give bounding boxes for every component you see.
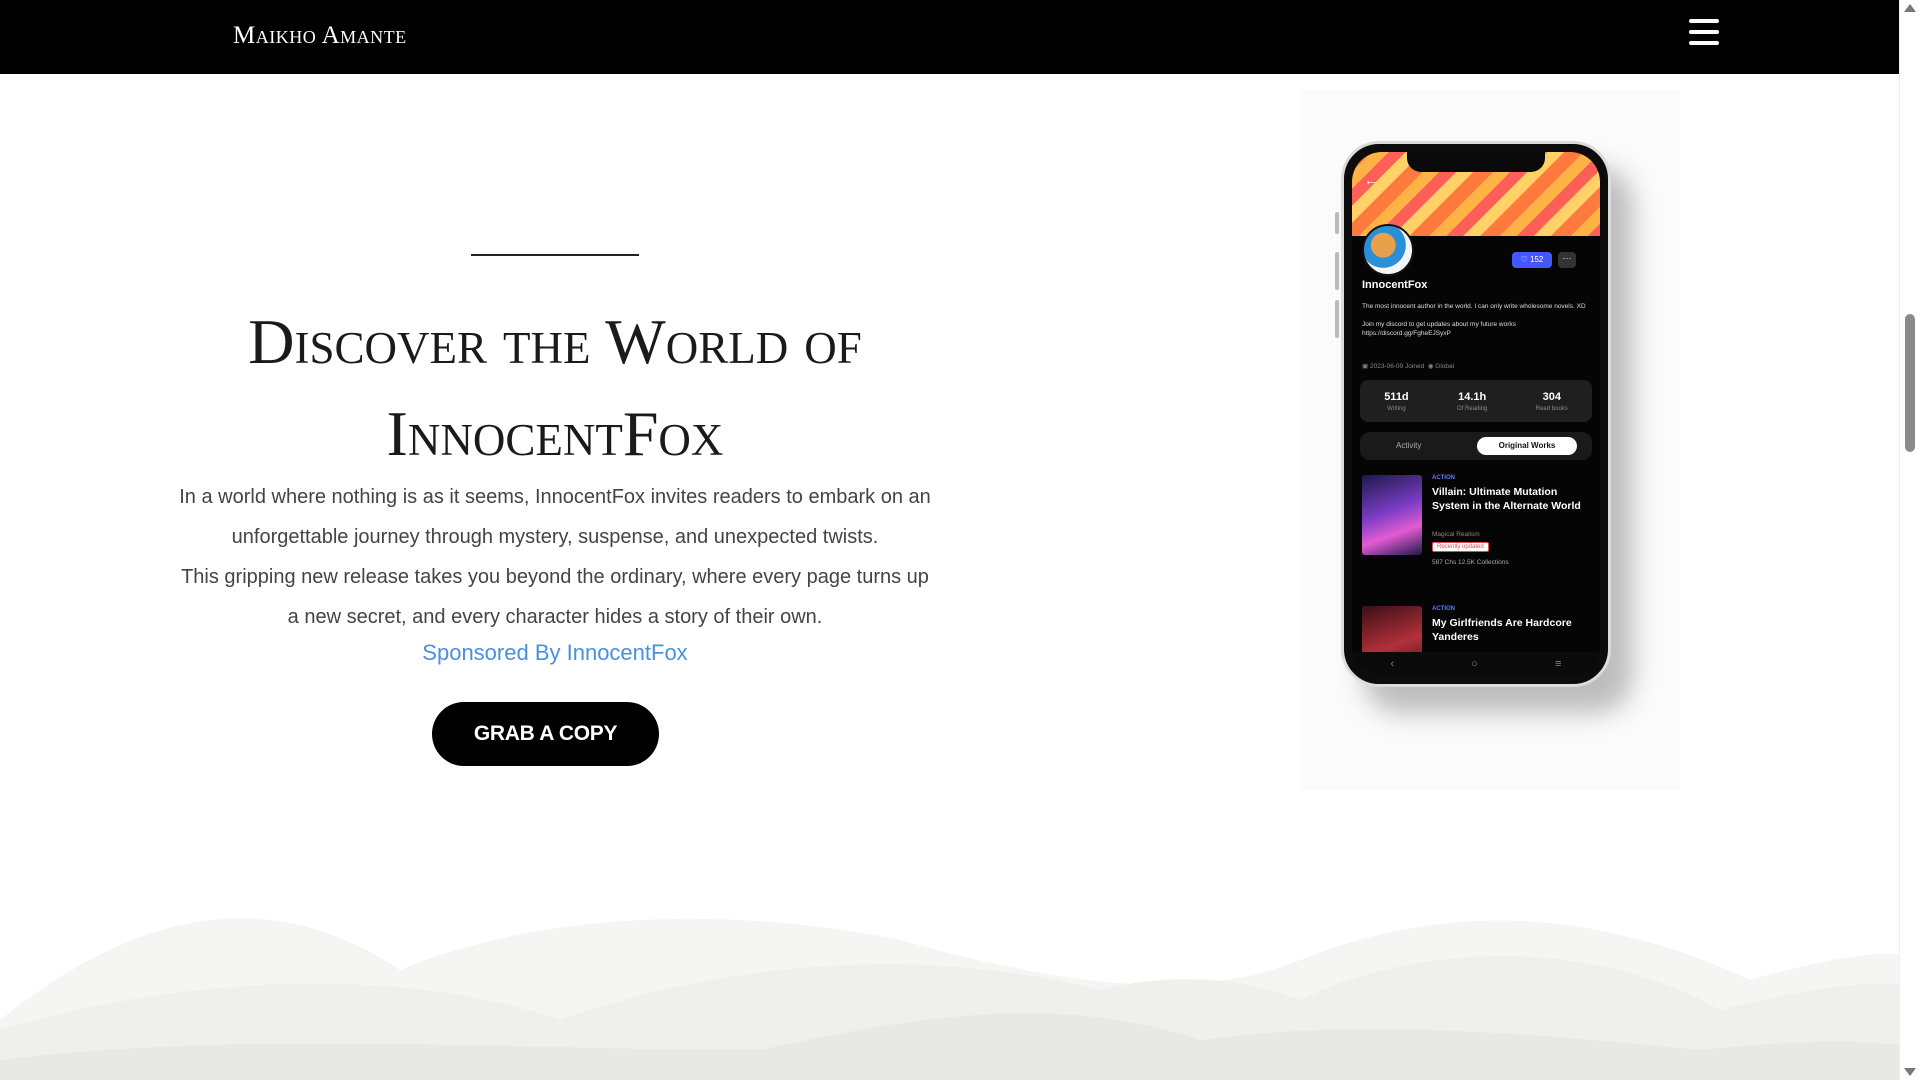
book-subgenre: Magical Realism <box>1432 531 1480 538</box>
hero-title: Discover the World of InnocentFox <box>130 296 980 480</box>
book-cover <box>1362 475 1422 555</box>
bio-text: The most innocent author in the world. I… <box>1362 303 1586 310</box>
decorative-hills <box>0 918 1900 1080</box>
phone-side-button <box>1335 300 1339 338</box>
scrollbar-thumb[interactable] <box>1905 314 1915 452</box>
tab-original-works: Original Works <box>1477 437 1577 455</box>
hero-title-line1: Discover the World of <box>248 306 862 377</box>
tab-activity: Activity <box>1396 441 1422 450</box>
phone-side-button <box>1335 212 1339 234</box>
book-item: ACTION Villain: Ultimate Mutation System… <box>1362 475 1592 575</box>
hero-title-line2: InnocentFox <box>386 398 724 469</box>
profile-avatar <box>1362 224 1414 276</box>
stat-reading: 14.1h Of Reading <box>1457 390 1488 412</box>
profile-stats: 511d Writing 14.1h Of Reading 304 Read book… <box>1360 380 1592 422</box>
phone-screen: ← ♡ 152 ··· InnocentFox The most innocen… <box>1352 152 1600 676</box>
menu-line <box>1689 30 1719 34</box>
grab-a-copy-button[interactable]: GRAB A COPY <box>432 702 659 766</box>
book-title: My Girlfriends Are Hardcore Yanderes <box>1432 617 1572 643</box>
page-scrollbar[interactable] <box>1899 0 1920 1080</box>
phone-mockup: ← ♡ 152 ··· InnocentFox The most innocen… <box>1341 141 1611 687</box>
calendar-icon: ▣ <box>1362 363 1369 370</box>
profile-tabs: Activity Original Works <box>1360 432 1592 460</box>
nav-home-icon: ○ <box>1471 658 1478 670</box>
book-stats: 587 Chs 12.5K Collections <box>1432 559 1509 566</box>
scroll-up-icon[interactable] <box>1904 4 1916 12</box>
bio-text: Join my discord to get updates about my … <box>1362 321 1516 328</box>
description-line: unforgettable journey through mystery, s… <box>231 526 879 548</box>
brand-logo[interactable]: Maikho Amante <box>233 22 407 50</box>
follow-count: 152 <box>1530 255 1544 264</box>
description-line: This gripping new release takes you beyo… <box>181 566 929 588</box>
stat-read-books: 304 Read books <box>1535 390 1568 412</box>
joined-date: 2023-06-09 Joined <box>1369 363 1425 370</box>
book-title: Villain: Ultimate Mutation System in the… <box>1432 486 1581 512</box>
menu-line <box>1689 41 1719 45</box>
menu-line <box>1689 19 1719 23</box>
book-genre: ACTION <box>1432 475 1455 481</box>
top-navigation-bar: Maikho Amante <box>0 0 1900 74</box>
location-pin-icon: ◉ <box>1427 363 1434 370</box>
profile-bio: The most innocent author in the world. I… <box>1362 302 1592 338</box>
description-line: a new secret, and every character hides … <box>287 606 823 628</box>
profile-name: InnocentFox <box>1362 279 1428 291</box>
nav-menu-icon: ≡ <box>1555 658 1562 670</box>
description-line: In a world where nothing is as it seems,… <box>179 486 931 508</box>
bio-link: https://discord.gg/FgheEJSyxP <box>1362 330 1451 337</box>
more-options-icon: ··· <box>1558 252 1576 268</box>
sponsor-link[interactable]: Sponsored By InnocentFox <box>155 640 955 666</box>
phone-side-button <box>1335 252 1339 290</box>
title-divider <box>471 254 639 256</box>
phone-nav-bar: ‹ ○ ≡ <box>1352 652 1600 676</box>
nav-back-icon: ‹ <box>1390 658 1395 670</box>
location: Global <box>1435 363 1455 370</box>
stat-writing: 511d Writing <box>1384 390 1409 412</box>
hamburger-menu-icon[interactable] <box>1689 19 1719 45</box>
back-arrow-icon: ← <box>1364 172 1378 188</box>
scroll-down-icon[interactable] <box>1904 1068 1916 1076</box>
book-genre: ACTION <box>1432 606 1455 612</box>
phone-notch <box>1407 152 1545 172</box>
follow-button: ♡ 152 <box>1512 252 1552 268</box>
profile-meta: ▣ 2023-06-09 Joined ◉ Global <box>1362 362 1454 370</box>
recently-updated-badge: Recently updated <box>1432 542 1489 552</box>
hero-description: In a world where nothing is as it seems,… <box>155 477 955 637</box>
